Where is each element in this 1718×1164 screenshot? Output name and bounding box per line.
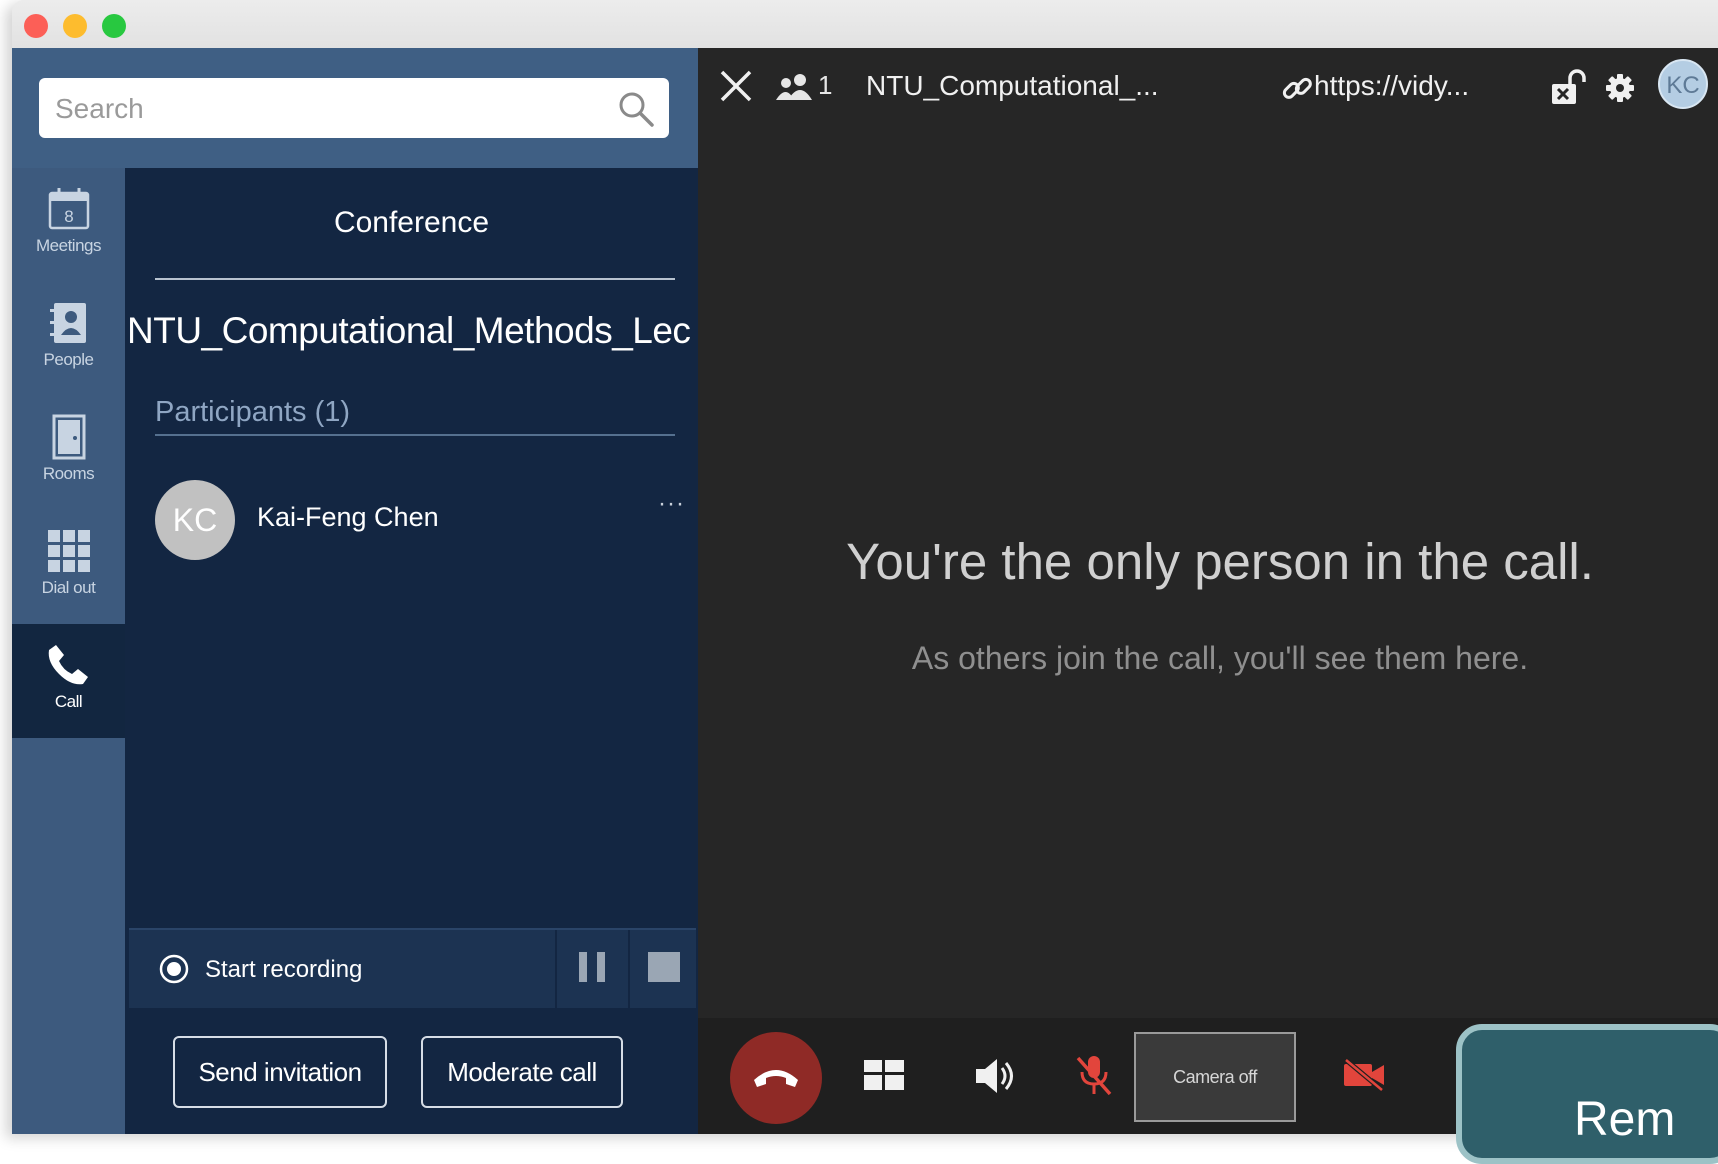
participant-count: 1: [818, 70, 833, 100]
hang-up-button[interactable]: [730, 1032, 822, 1124]
door-icon: [52, 414, 85, 460]
participant-name: Kai-Feng Chen: [257, 502, 439, 532]
call-url-link[interactable]: https://vidy...: [1314, 70, 1469, 102]
pause-recording-button[interactable]: [555, 930, 629, 1008]
call-top-bar: 1 NTU_Computational_... https://vidy...: [698, 48, 1718, 128]
conference-panel: Conference NTU_Computational_Methods_Lec…: [125, 168, 698, 1134]
conference-divider: [155, 278, 675, 280]
empty-call-subtitle: As others join the call, you'll see them…: [911, 640, 1529, 676]
reminder-text: Rem: [1574, 1093, 1676, 1146]
calendar-day: 8: [64, 207, 73, 226]
reminder-overlay: Rem: [1456, 1024, 1718, 1164]
search-icon[interactable]: [617, 90, 655, 128]
call-title: NTU_Computational_...: [866, 70, 1159, 101]
close-icon[interactable]: [718, 68, 754, 104]
phone-icon: [48, 645, 88, 685]
participant-more-button[interactable]: ···: [658, 490, 685, 518]
gear-icon: [1606, 74, 1634, 102]
conference-title: Conference: [333, 206, 490, 239]
unlock-icon[interactable]: [1548, 68, 1588, 108]
search-box[interactable]: [39, 78, 669, 138]
conference-name: NTU_Computational_Methods_Lec: [127, 310, 691, 351]
start-recording-button[interactable]: Start recording: [129, 930, 549, 1008]
contacts-book-icon: [49, 303, 86, 343]
participant-row: KC Kai-Feng Chen ···: [155, 480, 684, 560]
nav-label-dial-out: Dial out: [41, 578, 96, 597]
calendar-icon: 8: [48, 188, 89, 230]
pause-icon: [579, 952, 605, 982]
nav-item-meetings[interactable]: 8 Meetings: [12, 168, 125, 282]
send-invitation-button[interactable]: Send invitation: [173, 1036, 387, 1108]
nav-label-meetings: Meetings: [36, 236, 101, 255]
microphone-muted-icon[interactable]: [1074, 1054, 1114, 1098]
nav-label-people: People: [43, 350, 94, 369]
nav-item-dial-out[interactable]: Dial out: [12, 510, 125, 624]
minimize-window-button[interactable]: [63, 14, 87, 38]
dialpad-icon: [47, 530, 90, 572]
video-off-icon[interactable]: [1342, 1058, 1386, 1092]
recording-bar: Start recording: [129, 928, 696, 1008]
nav-item-call[interactable]: Call: [12, 624, 125, 738]
stop-icon: [648, 952, 680, 982]
participants-divider: [155, 434, 675, 436]
call-view: 1 NTU_Computational_... https://vidy...: [698, 48, 1718, 1134]
link-icon: [1282, 77, 1312, 99]
user-avatar[interactable]: KC: [1658, 59, 1708, 109]
speaker-icon[interactable]: [974, 1056, 1016, 1096]
hang-up-icon: [754, 1070, 798, 1087]
app-window: 8 Meetings People Rooms: [12, 0, 1718, 1134]
nav-item-people[interactable]: People: [12, 282, 125, 396]
close-window-button[interactable]: [24, 14, 48, 38]
moderate-call-button[interactable]: Moderate call: [421, 1036, 623, 1108]
record-radio-icon: [159, 954, 189, 984]
search-input[interactable]: [53, 86, 597, 132]
left-nav: 8 Meetings People Rooms Dial out Call: [12, 168, 125, 1134]
nav-label-call: Call: [54, 692, 83, 711]
start-recording-label: Start recording: [205, 956, 363, 983]
empty-call-title: You're the only person in the call.: [846, 533, 1594, 590]
search-header: [12, 48, 698, 168]
stop-recording-button[interactable]: [628, 930, 698, 1008]
participants-heading: Participants (1): [155, 396, 351, 428]
title-bar: [12, 0, 1718, 48]
camera-off-button[interactable]: Camera off: [1134, 1032, 1296, 1122]
zoom-window-button[interactable]: [102, 14, 126, 38]
layout-grid-icon[interactable]: [864, 1060, 904, 1090]
participant-avatar: KC: [155, 480, 235, 560]
participants-icon: [776, 74, 812, 100]
nav-label-rooms: Rooms: [42, 464, 95, 483]
nav-item-rooms[interactable]: Rooms: [12, 396, 125, 510]
